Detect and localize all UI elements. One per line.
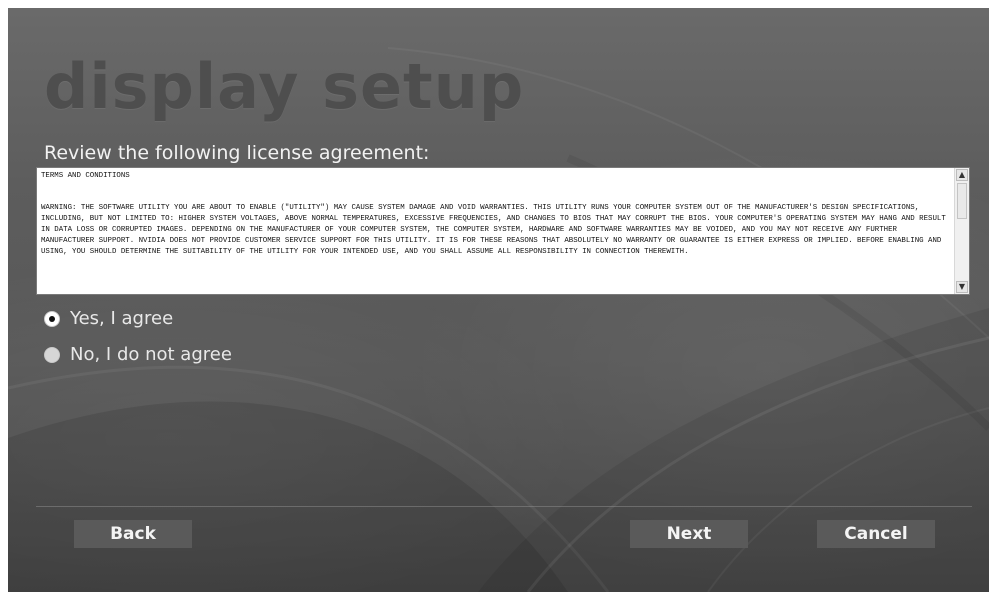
footer-divider — [36, 506, 972, 507]
radio-yes-agree[interactable]: Yes, I agree — [44, 308, 173, 329]
license-text: TERMS AND CONDITIONS WARNING: THE SOFTWA… — [41, 172, 946, 256]
page-title: display setup — [44, 50, 525, 123]
radio-yes-label[interactable]: Yes, I agree — [70, 308, 173, 329]
radio-unselected-icon[interactable] — [44, 346, 60, 363]
scroll-thumb[interactable] — [957, 183, 967, 219]
installer-window: display setup Review the following licen… — [8, 8, 989, 592]
license-scrollbar[interactable]: ▲ ▼ — [954, 168, 969, 294]
back-button[interactable]: Back — [74, 520, 192, 548]
radio-selected-icon[interactable] — [44, 310, 60, 327]
radio-no-label[interactable]: No, I do not agree — [70, 344, 232, 365]
scroll-down-icon[interactable]: ▼ — [956, 281, 968, 293]
next-button[interactable]: Next — [630, 520, 748, 548]
radio-no-agree[interactable]: No, I do not agree — [44, 344, 232, 365]
license-prompt: Review the following license agreement: — [44, 142, 430, 164]
cancel-button[interactable]: Cancel — [817, 520, 935, 548]
license-textbox[interactable]: TERMS AND CONDITIONS WARNING: THE SOFTWA… — [36, 167, 970, 295]
scroll-up-icon[interactable]: ▲ — [956, 169, 968, 181]
